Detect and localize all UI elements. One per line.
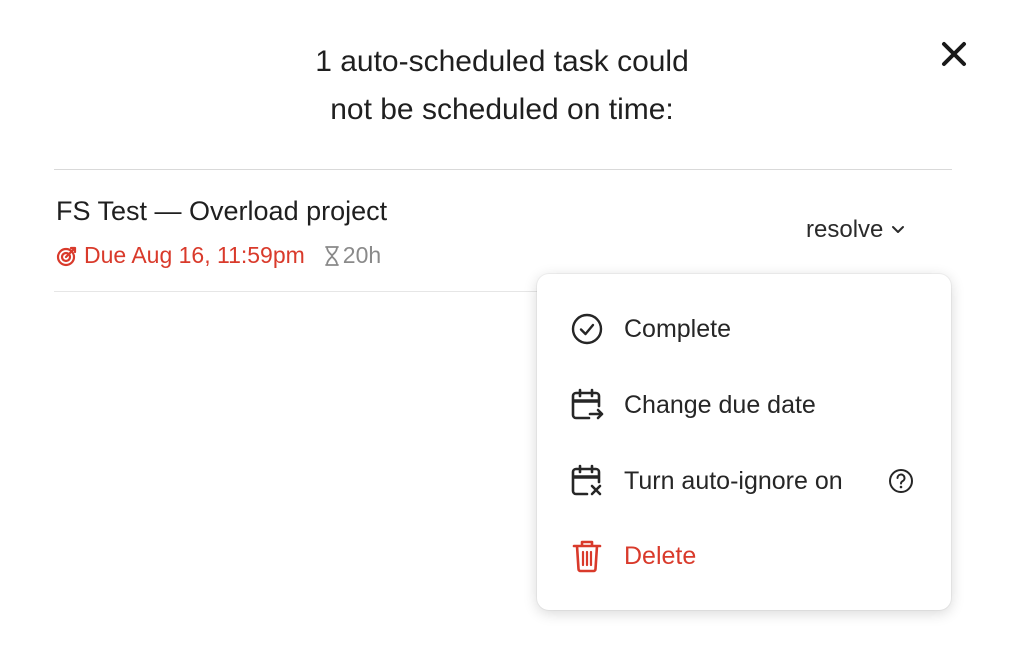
help-button[interactable]: [887, 467, 915, 495]
calendar-x-icon: [571, 464, 602, 496]
hourglass-icon: [324, 245, 339, 266]
dialog-title-line-1: 1 auto-scheduled task could: [315, 45, 689, 78]
menu-item-label: Turn auto-ignore on: [624, 466, 843, 495]
chevron-down-icon: [892, 226, 905, 233]
close-button[interactable]: [934, 34, 974, 74]
resolve-menu: Complete Change due date Turn auto-ignor…: [537, 274, 951, 610]
task-row: FS Test — Overload project Due Aug 16, 1…: [54, 190, 952, 280]
menu-item-label: Complete: [624, 314, 731, 343]
duration-text: 20h: [342, 242, 382, 268]
help-circle-icon: [889, 469, 913, 493]
dialog-title: 1 auto-scheduled task could not be sched…: [200, 38, 804, 134]
resolve-dropdown-button[interactable]: resolve: [806, 216, 905, 244]
target-icon: [56, 246, 77, 266]
menu-item-turn-auto-ignore-on[interactable]: Turn auto-ignore on: [537, 451, 951, 511]
header-divider: [54, 169, 952, 170]
task-title: FS Test — Overload project: [56, 196, 388, 226]
check-circle-icon: [571, 313, 603, 345]
menu-item-complete[interactable]: Complete: [537, 299, 951, 359]
menu-item-delete[interactable]: Delete: [537, 526, 951, 586]
resolve-label: resolve: [806, 216, 884, 243]
task-divider: [54, 291, 538, 292]
due-date-text: Due Aug 16, 11:59pm: [84, 242, 305, 268]
menu-item-label: Change due date: [624, 390, 816, 419]
task-meta: Due Aug 16, 11:59pm 20h: [56, 242, 381, 269]
menu-item-label: Delete: [624, 541, 697, 570]
calendar-arrow-icon: [571, 388, 604, 420]
unschedulable-tasks-dialog: 1 auto-scheduled task could not be sched…: [0, 0, 1024, 651]
menu-item-change-due-date[interactable]: Change due date: [537, 375, 951, 435]
dialog-title-line-2: not be scheduled on time:: [330, 93, 674, 126]
trash-icon: [572, 540, 602, 573]
due-date: Due Aug 16, 11:59pm: [56, 242, 305, 269]
duration: 20h: [323, 242, 381, 269]
close-icon: [942, 42, 966, 66]
